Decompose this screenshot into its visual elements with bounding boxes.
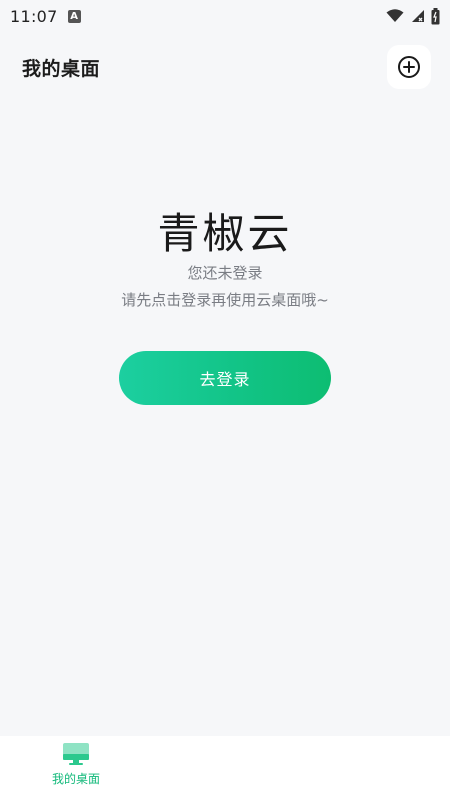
status-icons [386, 7, 440, 25]
bottom-nav: 我的桌面 [0, 736, 450, 800]
nav-item-my-desktop[interactable]: 我的桌面 [40, 742, 112, 798]
wifi-icon [386, 9, 404, 22]
desktop-monitor-icon [63, 743, 89, 765]
battery-icon [431, 7, 440, 24]
signal-icon [412, 10, 424, 22]
status-time: 11:07 [10, 6, 58, 26]
a-letter-icon: A [67, 9, 81, 23]
header: 我的桌面 [0, 40, 450, 94]
page-title: 我的桌面 [22, 57, 101, 80]
login-hint-message: 请先点击登录再使用云桌面哦~ [121, 291, 329, 309]
not-logged-in-message: 您还未登录 [187, 264, 263, 282]
brand-logo-text: 青椒云 [157, 209, 293, 258]
login-button[interactable]: 去登录 [119, 351, 331, 405]
nav-item-label: 我的桌面 [51, 772, 100, 786]
status-bar: 11:07 A [0, 0, 450, 32]
add-desktop-button[interactable] [387, 45, 431, 89]
plus-circle-icon [398, 56, 420, 78]
